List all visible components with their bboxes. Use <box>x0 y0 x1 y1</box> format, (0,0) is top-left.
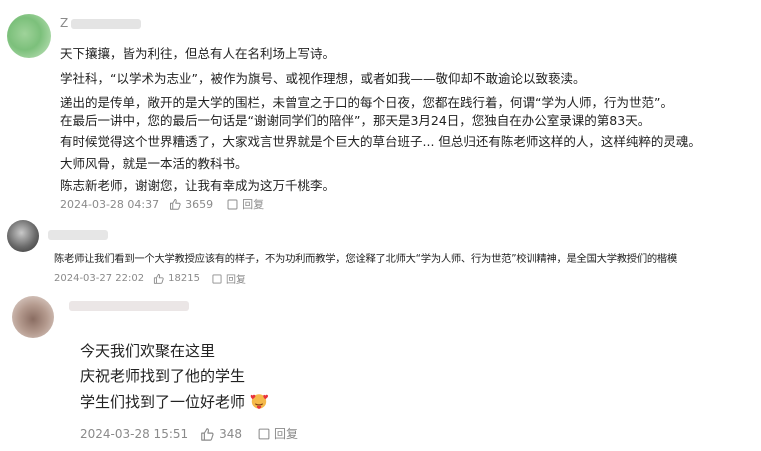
comment-text-line: 学生们找到了一位好老师 <box>80 391 268 414</box>
comment-text-line: 陈老师让我们看到一个大学教授应该有的样子，不为功利而教学，您诠释了北师大“学为人… <box>54 253 678 265</box>
comment-text-line: 学社科，“以学术为志业”，被作为旗号、或视作理想，或者如我——敬仰却不敢逾论以致… <box>60 71 586 86</box>
timestamp: 2024-03-28 04:37 <box>60 197 160 211</box>
comment-text-line: 大师风骨，就是一本活的教科书。 <box>60 156 248 171</box>
avatar[interactable] <box>7 14 51 58</box>
comment-meta: 2024-03-27 22:02 18215 回复 <box>54 271 246 286</box>
comment-text-line: 庆祝老师找到了他的学生 <box>80 367 246 385</box>
comment-1: Z 天下攘攘，皆为利往，但总有人在名利场上写诗。 学社科，“以学术为志业”，被作… <box>0 0 761 215</box>
username[interactable] <box>66 298 189 312</box>
comment-meta: 2024-03-28 04:37 3659 回复 <box>60 196 264 212</box>
thumbs-up-icon[interactable] <box>200 427 214 441</box>
comment-text-line: 递出的是传单，敞开的是大学的围栏，未曾宣之于口的每个日夜，您都在践行着，何谓“学… <box>60 95 673 110</box>
comment-text-line: 有时候觉得这个世界糟透了，大家戏言世界就是个巨大的草台班子... 但总归还有陈老… <box>60 134 701 149</box>
reply-button[interactable]: 回复 <box>242 196 264 212</box>
username[interactable] <box>45 227 108 241</box>
username-blur <box>71 18 142 29</box>
comment-text-line: 今天我们欢聚在这里 <box>80 342 216 360</box>
face-with-hearts-emoji <box>250 392 268 414</box>
comment-text-line: 在最后一讲中，您的最后一句话是“谢谢同学们的陪伴”，那天是3月24日，您独自在办… <box>60 113 651 128</box>
reply-icon[interactable] <box>212 274 222 284</box>
timestamp: 2024-03-28 15:51 <box>80 426 189 441</box>
timestamp: 2024-03-27 22:02 <box>54 273 145 284</box>
like-count: 3659 <box>185 197 214 211</box>
username[interactable]: Z <box>60 16 142 30</box>
comment-2: 陈老师让我们看到一个大学教授应该有的样子，不为功利而教学，您诠释了北师大“学为人… <box>0 215 761 290</box>
comment-text-line: 天下攘攘，皆为利往，但总有人在名利场上写诗。 <box>60 46 336 61</box>
username-blur <box>48 229 108 240</box>
comment-meta: 2024-03-28 15:51 348 回复 <box>80 425 298 442</box>
like-count: 348 <box>219 426 243 441</box>
avatar[interactable] <box>12 296 54 338</box>
comment-3: 今天我们欢聚在这里 庆祝老师找到了他的学生 学生们找到了一位好老师 2024-0… <box>0 290 761 451</box>
thumbs-up-icon[interactable] <box>153 273 164 284</box>
thumbs-up-icon[interactable] <box>169 198 181 210</box>
reply-icon[interactable] <box>258 428 270 440</box>
reply-icon[interactable] <box>227 199 238 210</box>
username-blur <box>69 300 189 311</box>
like-count: 18215 <box>168 273 200 284</box>
avatar[interactable] <box>7 220 39 252</box>
comment-text-line: 陈志新老师，谢谢您，让我有幸成为这万千桃李。 <box>60 178 336 193</box>
reply-button[interactable]: 回复 <box>226 271 246 286</box>
reply-button[interactable]: 回复 <box>274 425 298 442</box>
